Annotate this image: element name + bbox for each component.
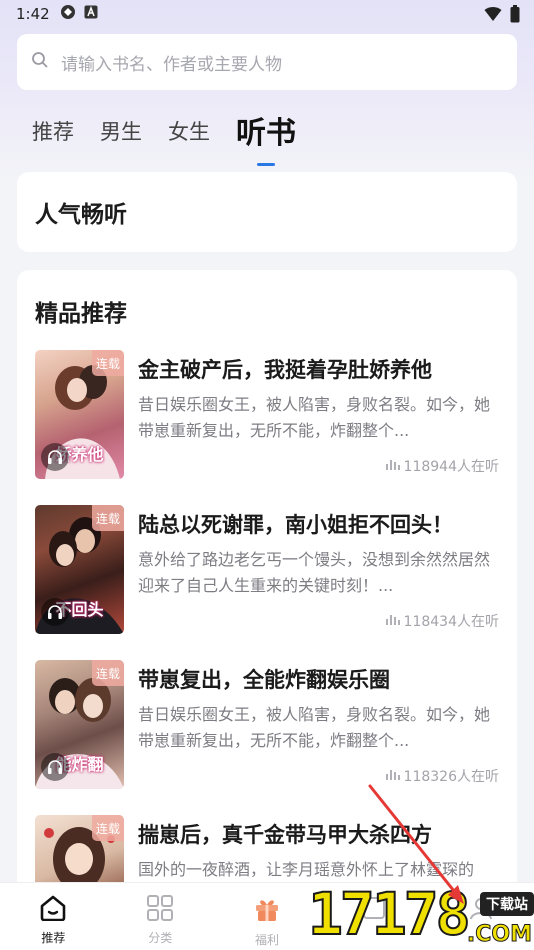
serial-badge: 连载 <box>92 660 124 686</box>
serial-badge: 连载 <box>92 815 124 841</box>
listener-count-text: 118326人在听 <box>403 769 499 785</box>
serial-badge: 连载 <box>92 505 124 531</box>
book-title[interactable]: 陆总以死谢罪，南小姐拒不回头！ <box>138 509 453 539</box>
listener-count: 118434人在听 <box>385 611 499 631</box>
listener-count-text: 118434人在听 <box>403 614 499 630</box>
book-item[interactable]: 连载 能炸翻 带崽复出，全能炸翻娱乐圈 昔日娱乐圈女王，被人陷害，身败名裂。如今… <box>35 660 501 790</box>
listener-count: 118944人在听 <box>385 456 499 476</box>
serial-badge: 连载 <box>92 350 124 376</box>
headphones-icon[interactable] <box>41 443 69 471</box>
book-cover[interactable]: 连载 娇养他 <box>35 350 124 479</box>
audio-bars-icon <box>385 458 400 474</box>
headphones-icon[interactable] <box>41 598 69 626</box>
book-item[interactable]: 连载 不回头 陆总以死谢罪，南小姐拒不回头！ 意外给了路边老乞丐一个馒头，没想到… <box>35 505 501 635</box>
search-placeholder: 请输入书名、作者或主要人物 <box>61 54 282 75</box>
nav-label: 分类 <box>148 931 173 945</box>
headphones-icon[interactable] <box>41 753 69 781</box>
listener-count: 118326人在听 <box>385 766 499 786</box>
status-bar: 1:42 <box>0 0 534 28</box>
tab-female[interactable]: 女生 <box>168 116 210 158</box>
status-right <box>484 5 520 27</box>
book-description: 意外给了路边老乞丐一个馒头，没想到余然然居然迎来了自己人生重来的关键时刻！... <box>138 550 491 595</box>
search-icon <box>31 51 49 73</box>
grid-icon <box>147 895 174 925</box>
nav-label: 推荐 <box>41 931 66 945</box>
watermark-badge: 下载站 <box>480 892 534 916</box>
app-notification-icon <box>60 4 76 24</box>
watermark-suffix: .COM <box>466 922 532 948</box>
book-description: 昔日娱乐圈女王，被人陷害，身败名裂。如今，她带崽重新复出，无所不能，炸翻整个..… <box>138 705 491 750</box>
nav-recommend[interactable]: 推荐 <box>0 883 107 950</box>
featured-section: 精品推荐 连载 娇养他 金主破产后，我挺着孕肚娇养他 昔日娱乐圈女王，被人陷害，… <box>17 270 517 910</box>
book-title[interactable]: 金主破产后，我挺着孕肚娇养他 <box>138 354 432 384</box>
gift-icon <box>253 895 281 927</box>
tab-audiobook[interactable]: 听书 <box>236 108 296 166</box>
nav-category[interactable]: 分类 <box>107 883 214 950</box>
featured-section-title: 精品推荐 <box>35 301 127 327</box>
category-tabs: 推荐 男生 女生 听书 <box>32 108 322 166</box>
listener-count-text: 118944人在听 <box>403 459 499 475</box>
site-watermark: 17178 下载站 .COM <box>300 879 534 950</box>
audio-bars-icon <box>385 613 400 629</box>
audio-bars-icon <box>385 768 400 784</box>
nav-label: 福利 <box>254 933 279 947</box>
a-notification-icon <box>84 5 98 23</box>
status-time: 1:42 <box>16 5 50 23</box>
tab-recommend[interactable]: 推荐 <box>32 116 74 158</box>
home-icon <box>39 895 67 925</box>
book-cover[interactable]: 连载 能炸翻 <box>35 660 124 789</box>
hot-section-title: 人气畅听 <box>35 202 127 228</box>
battery-icon <box>510 5 520 27</box>
book-title[interactable]: 带崽复出，全能炸翻娱乐圈 <box>138 664 390 694</box>
book-title[interactable]: 揣崽后，真千金带马甲大杀四方 <box>138 819 432 849</box>
book-item[interactable]: 连载 娇养他 金主破产后，我挺着孕肚娇养他 昔日娱乐圈女王，被人陷害，身败名裂。… <box>35 350 501 480</box>
book-description: 昔日娱乐圈女王，被人陷害，身败名裂。如今，她带崽重新复出，无所不能，炸翻整个..… <box>138 395 491 440</box>
search-bar[interactable]: 请输入书名、作者或主要人物 <box>17 34 517 90</box>
book-cover[interactable]: 连载 不回头 <box>35 505 124 634</box>
hot-section-card[interactable]: 人气畅听 <box>17 172 517 252</box>
tab-male[interactable]: 男生 <box>100 116 142 158</box>
watermark-number: 17178 <box>307 879 472 949</box>
wifi-icon <box>484 6 502 26</box>
